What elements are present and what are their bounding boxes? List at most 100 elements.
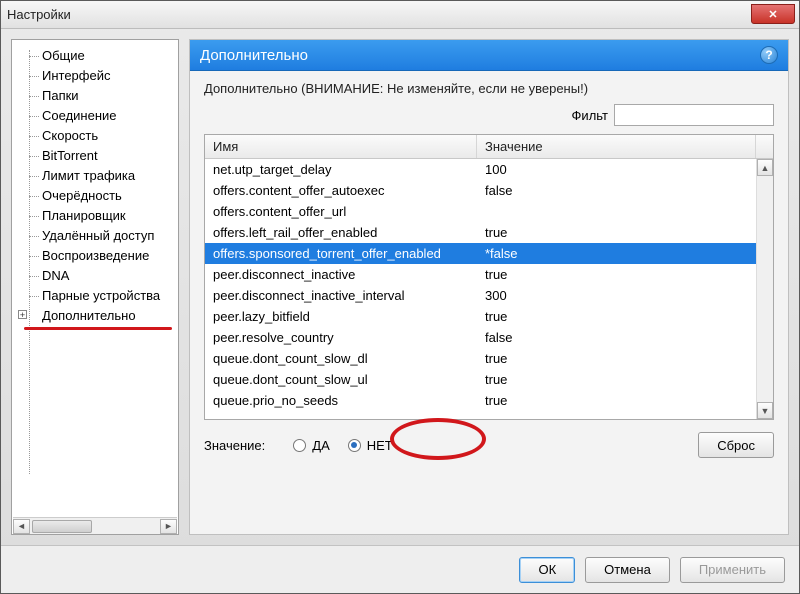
tree-item-label: Парные устройства: [42, 288, 160, 303]
tree-item-9[interactable]: Удалённый доступ: [12, 226, 178, 246]
expand-icon[interactable]: +: [18, 310, 27, 319]
table-body: net.utp_target_delay100offers.content_of…: [205, 159, 773, 419]
tree-item-label: Лимит трафика: [42, 168, 135, 183]
category-tree[interactable]: Общие Интерфейс Папки Соединение Скорость Bit…: [11, 39, 179, 535]
dialog-button-bar: ОК Отмена Применить: [1, 545, 799, 593]
tree-item-7[interactable]: Очерёдность: [12, 186, 178, 206]
reset-button[interactable]: Сброс: [698, 432, 774, 458]
tree-item-1[interactable]: Интерфейс: [12, 66, 178, 86]
panel-title: Дополнительно: [200, 47, 308, 64]
tree-item-6[interactable]: Лимит трафика: [12, 166, 178, 186]
tree-item-label: Интерфейс: [42, 68, 110, 83]
tree-item-10[interactable]: Воспроизведение: [12, 246, 178, 266]
cell-value: 100: [477, 162, 756, 177]
warning-text: Дополнительно (ВНИМАНИЕ: Не изменяйте, е…: [204, 81, 774, 96]
cancel-button[interactable]: Отмена: [585, 557, 670, 583]
value-label: Значение:: [204, 438, 265, 453]
cell-name: offers.content_offer_url: [205, 204, 477, 219]
table-row[interactable]: peer.disconnect_inactive_interval300: [205, 285, 756, 306]
close-button[interactable]: ✕: [751, 4, 795, 24]
panel-body: Дополнительно (ВНИМАНИЕ: Не изменяйте, е…: [190, 71, 788, 534]
tree-item-12[interactable]: Парные устройства: [12, 286, 178, 306]
cell-name: offers.left_rail_offer_enabled: [205, 225, 477, 240]
scroll-down-icon[interactable]: ▼: [757, 402, 773, 419]
tree-item-3[interactable]: Соединение: [12, 106, 178, 126]
apply-button[interactable]: Применить: [680, 557, 785, 583]
tree-item-5[interactable]: BitTorrent: [12, 146, 178, 166]
tree-item-label: Соединение: [42, 108, 117, 123]
table-v-scrollbar[interactable]: ▲ ▼: [756, 159, 773, 419]
panel-header: Дополнительно ?: [190, 40, 788, 71]
tree-item-4[interactable]: Скорость: [12, 126, 178, 146]
scroll-up-icon[interactable]: ▲: [757, 159, 773, 176]
table-row[interactable]: offers.content_offer_url: [205, 201, 756, 222]
tree-item-label: Воспроизведение: [42, 248, 149, 263]
ok-button[interactable]: ОК: [519, 557, 575, 583]
radio-no-label: НЕТ: [367, 438, 393, 453]
help-icon[interactable]: ?: [760, 46, 778, 64]
table-row[interactable]: queue.dont_count_slow_dltrue: [205, 348, 756, 369]
cell-name: queue.dont_count_slow_ul: [205, 372, 477, 387]
table-row[interactable]: offers.sponsored_torrent_offer_enabled*f…: [205, 243, 756, 264]
cell-value: true: [477, 225, 756, 240]
col-value[interactable]: Значение: [477, 135, 756, 158]
cell-name: queue.prio_no_seeds: [205, 393, 477, 408]
cell-value: true: [477, 267, 756, 282]
cell-name: queue.dont_count_slow_dl: [205, 351, 477, 366]
radio-no[interactable]: НЕТ: [348, 438, 393, 453]
table-header: Имя Значение: [205, 135, 773, 159]
tree-item-2[interactable]: Папки: [12, 86, 178, 106]
tree-h-scrollbar[interactable]: ◄ ►: [13, 517, 177, 534]
cell-value: true: [477, 309, 756, 324]
tree-item-label: Дополнительно: [42, 308, 136, 323]
radio-icon: [293, 439, 306, 452]
scroll-left-icon[interactable]: ◄: [13, 519, 30, 534]
tree-item-label: BitTorrent: [42, 148, 98, 163]
table-row[interactable]: peer.lazy_bitfieldtrue: [205, 306, 756, 327]
tree-item-label: Планировщик: [42, 208, 126, 223]
table-row[interactable]: peer.resolve_countryfalse: [205, 327, 756, 348]
cell-value: true: [477, 372, 756, 387]
scroll-right-icon[interactable]: ►: [160, 519, 177, 534]
window-title: Настройки: [7, 7, 71, 22]
filter-input[interactable]: [614, 104, 774, 126]
table-row[interactable]: net.utp_target_delay100: [205, 159, 756, 180]
cell-name: offers.sponsored_torrent_offer_enabled: [205, 246, 477, 261]
table-row[interactable]: peer.disconnect_inactivetrue: [205, 264, 756, 285]
tree-item-8[interactable]: Планировщик: [12, 206, 178, 226]
cell-name: peer.lazy_bitfield: [205, 309, 477, 324]
cell-name: net.utp_target_delay: [205, 162, 477, 177]
cell-name: peer.disconnect_inactive: [205, 267, 477, 282]
scrollbar-thumb[interactable]: [32, 520, 92, 533]
col-name[interactable]: Имя: [205, 135, 477, 158]
cell-value: false: [477, 183, 756, 198]
tree-item-label: Удалённый доступ: [42, 228, 154, 243]
tree-item-label: Скорость: [42, 128, 98, 143]
settings-window: Настройки ✕ Общие Интерфейс Папки Соединени…: [0, 0, 800, 594]
table-row[interactable]: queue.prio_no_seedstrue: [205, 390, 756, 411]
cell-value: *false: [477, 246, 756, 261]
table-row[interactable]: queue.dont_count_slow_ultrue: [205, 369, 756, 390]
tree-item-label: Очерёдность: [42, 188, 122, 203]
titlebar[interactable]: Настройки ✕: [1, 1, 799, 29]
filter-row: Фильт: [204, 104, 774, 126]
cell-value: 300: [477, 288, 756, 303]
cell-name: peer.resolve_country: [205, 330, 477, 345]
cell-value: true: [477, 351, 756, 366]
tree-item-label: DNA: [42, 268, 69, 283]
tree-item-11[interactable]: DNA: [12, 266, 178, 286]
tree-item-label: Папки: [42, 88, 79, 103]
radio-yes-label: ДА: [312, 438, 329, 453]
settings-table: Имя Значение net.utp_target_delay100offe…: [204, 134, 774, 420]
close-icon: ✕: [768, 8, 777, 21]
tree-item-13[interactable]: + Дополнительно: [12, 306, 178, 326]
cell-name: offers.content_offer_autoexec: [205, 183, 477, 198]
scrollbar-track[interactable]: [757, 176, 773, 402]
table-row[interactable]: offers.content_offer_autoexecfalse: [205, 180, 756, 201]
tree-item-label: Общие: [42, 48, 85, 63]
table-row[interactable]: offers.left_rail_offer_enabledtrue: [205, 222, 756, 243]
tree-item-0[interactable]: Общие: [12, 46, 178, 66]
col-scroll-spacer: [756, 135, 773, 158]
content-area: Общие Интерфейс Папки Соединение Скорость Bit…: [1, 29, 799, 545]
radio-yes[interactable]: ДА: [293, 438, 329, 453]
